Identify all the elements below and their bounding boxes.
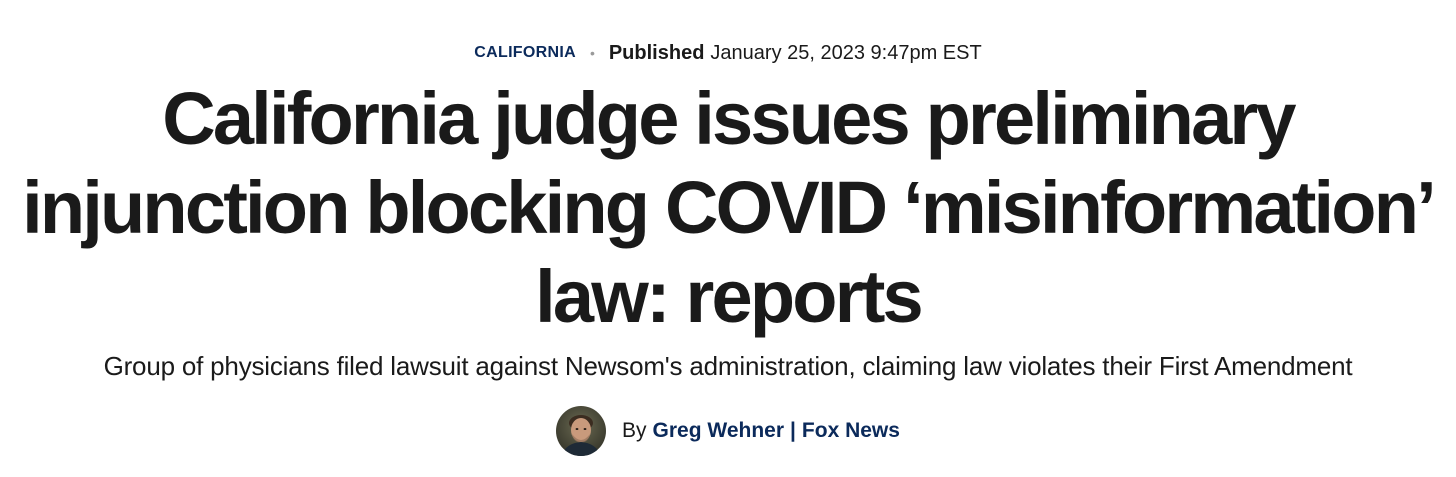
author-photo-icon [556,406,607,456]
headline: California judge issues preliminary inju… [22,77,1437,338]
author-avatar[interactable] [556,406,607,456]
published-date: January 25, 2023 9:47pm EST [710,42,982,64]
article-header: CALIFORNIA • Published January 25, 2023 … [0,0,1456,477]
published-label: Published [608,42,705,64]
byline-text: By Greg Wehner | Fox News [622,419,900,443]
category-link[interactable]: CALIFORNIA [474,40,576,66]
meta-separator-dot: • [589,45,595,61]
outlet-link[interactable]: Fox News [802,419,900,442]
byline: By Greg Wehner | Fox News [556,405,900,457]
author-link[interactable]: Greg Wehner [653,419,784,442]
subheadline: Group of physicians filed lawsuit agains… [103,351,1353,381]
byline-separator: | [790,419,796,442]
article-meta: CALIFORNIA • Published January 25, 2023 … [474,40,981,66]
by-label: By [622,419,647,442]
